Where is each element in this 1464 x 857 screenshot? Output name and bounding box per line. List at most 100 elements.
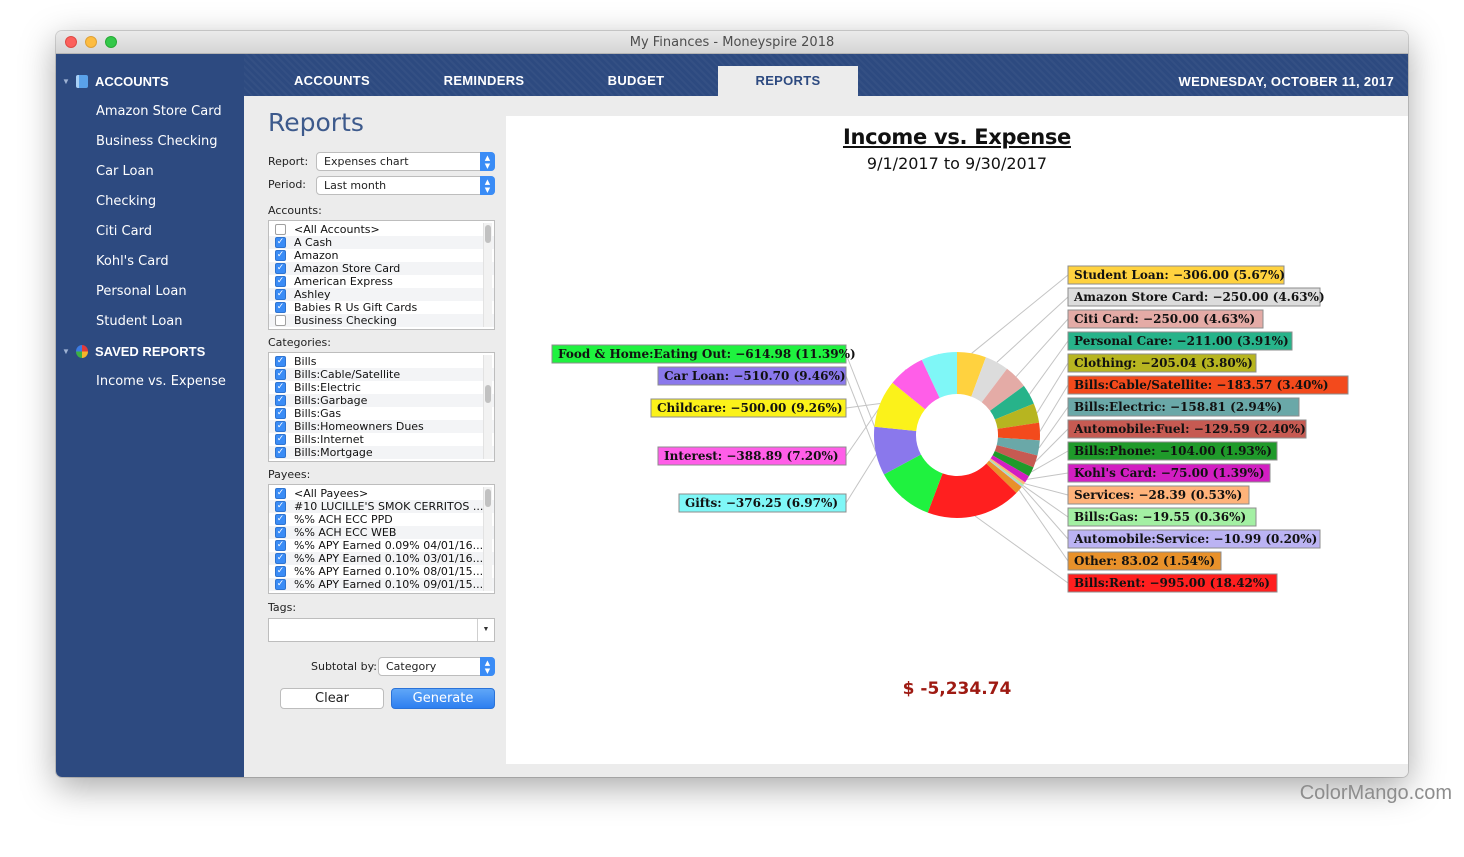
scroll-thumb[interactable] xyxy=(485,225,491,243)
checkbox[interactable]: ✓ xyxy=(275,540,286,551)
list-item[interactable]: ✓ Babies R Us Gift Cards xyxy=(269,301,494,314)
list-item[interactable]: ✓ Bills:Gas xyxy=(269,407,494,420)
generate-button[interactable]: Generate xyxy=(391,688,495,709)
chevron-down-icon[interactable]: ▼ xyxy=(477,619,494,641)
leader-line xyxy=(1029,340,1069,395)
list-item[interactable]: ✓ %% ACH ECC PPD xyxy=(269,513,494,526)
list-item[interactable]: ✓ <All Payees> xyxy=(269,487,494,500)
report-type-select[interactable]: Expenses chart ▲ ▼ xyxy=(316,152,495,171)
subtotal-label: Subtotal by: xyxy=(311,660,377,673)
scroll-thumb[interactable] xyxy=(485,489,491,507)
data-label: Other: 83.02 (1.54%) xyxy=(1074,554,1215,568)
period-select[interactable]: Last month ▲ ▼ xyxy=(316,176,495,195)
checkbox[interactable]: ✓ xyxy=(275,356,286,367)
list-item[interactable]: ✓ %% APY Earned 0.10% 09/01/15... xyxy=(269,578,494,591)
accounts-label: Accounts: xyxy=(268,204,322,217)
list-item[interactable]: ✓ %% APY Earned 0.10% 03/01/16... xyxy=(269,552,494,565)
tab-accounts[interactable]: ACCOUNTS xyxy=(262,66,402,96)
list-item[interactable]: ✓ Amazon xyxy=(269,249,494,262)
checkbox[interactable]: ✓ xyxy=(275,553,286,564)
checkbox[interactable]: ✓ xyxy=(275,579,286,590)
list-item[interactable]: ✓ A Cash xyxy=(269,236,494,249)
list-item[interactable]: ✓ Bills:Mortgage xyxy=(269,446,494,459)
checkbox[interactable]: ✓ xyxy=(275,447,286,458)
checkbox[interactable]: ✓ xyxy=(275,566,286,577)
payees-listbox[interactable]: ✓ <All Payees> ✓ #10 LUCILLE'S SMOK CERRITO… xyxy=(268,484,495,594)
checkbox[interactable]: ✓ xyxy=(275,434,286,445)
sidebar-item-personal-loan[interactable]: Personal Loan xyxy=(96,281,187,301)
list-item-label: %% APY Earned 0.10% 03/01/16... xyxy=(294,552,484,565)
tab-reports[interactable]: REPORTS xyxy=(718,66,858,96)
window-title: My Finances - Moneyspire 2018 xyxy=(629,35,835,50)
data-label: Kohl's Card: −75.00 (1.39%) xyxy=(1074,466,1265,480)
checkbox[interactable]: ✓ xyxy=(275,276,286,287)
checkbox[interactable] xyxy=(275,224,286,235)
list-item[interactable]: ✓ American Express xyxy=(269,275,494,288)
list-item[interactable]: ✓ Bills:Garbage xyxy=(269,394,494,407)
current-date: WEDNESDAY, OCTOBER 11, 2017 xyxy=(1178,74,1394,89)
list-item-label: Bills xyxy=(294,355,317,368)
leader-line xyxy=(1018,489,1069,562)
sidebar-item-citi-card[interactable]: Citi Card xyxy=(96,221,152,241)
sidebar-group-accounts[interactable]: ▼ ACCOUNTS xyxy=(62,70,169,92)
tab-reminders[interactable]: REMINDERS xyxy=(414,66,554,96)
clear-button[interactable]: Clear xyxy=(280,688,384,709)
list-item[interactable]: ✓ Bills:Internet xyxy=(269,433,494,446)
checkbox[interactable]: ✓ xyxy=(275,408,286,419)
accounts-listbox[interactable]: <All Accounts> ✓ A Cash ✓ Amazon ✓ Amazon Stor… xyxy=(268,220,495,330)
disclosure-triangle-icon[interactable]: ▼ xyxy=(62,347,76,356)
disclosure-triangle-icon[interactable]: ▼ xyxy=(62,77,76,86)
data-label: Automobile:Service: −10.99 (0.20%) xyxy=(1073,532,1317,546)
categories-listbox[interactable]: ✓ Bills ✓ Bills:Cable/Satellite ✓ Bills:Elect… xyxy=(268,352,495,462)
list-item[interactable]: <All Accounts> xyxy=(269,223,494,236)
scrollbar[interactable] xyxy=(483,223,492,327)
checkbox[interactable]: ✓ xyxy=(275,237,286,248)
sidebar-item-business-checking[interactable]: Business Checking xyxy=(96,131,218,151)
sidebar-item-kohls-card[interactable]: Kohl's Card xyxy=(96,251,169,271)
checkbox[interactable]: ✓ xyxy=(275,263,286,274)
checkbox[interactable]: ✓ xyxy=(275,369,286,380)
list-item-label: Amazon xyxy=(294,249,339,262)
report-title: Income vs. Expense xyxy=(842,125,1071,149)
leader-line xyxy=(1038,406,1069,449)
checkbox[interactable]: ✓ xyxy=(275,488,286,499)
list-item[interactable]: ✓ %% APY Earned 0.10% 08/01/15... xyxy=(269,565,494,578)
checkbox[interactable]: ✓ xyxy=(275,514,286,525)
scrollbar[interactable] xyxy=(483,355,492,459)
data-label: Food & Home:Eating Out: −614.98 (11.39%) xyxy=(558,347,856,361)
list-item[interactable]: ✓ %% ACH ECC WEB xyxy=(269,526,494,539)
list-item[interactable]: ✓ Bills:Electric xyxy=(269,381,494,394)
list-item[interactable]: ✓ Amazon Store Card xyxy=(269,262,494,275)
list-item[interactable]: ✓ Ashley xyxy=(269,288,494,301)
select-stepper-icon: ▲ ▼ xyxy=(480,152,495,171)
sidebar-item-student-loan[interactable]: Student Loan xyxy=(96,311,182,331)
checkbox[interactable]: ✓ xyxy=(275,382,286,393)
data-label: Bills:Rent: −995.00 (18.42%) xyxy=(1074,576,1270,590)
list-item[interactable]: ✓ #10 LUCILLE'S SMOK CERRITOS ... xyxy=(269,500,494,513)
sidebar-item-car-loan[interactable]: Car Loan xyxy=(96,161,154,181)
checkbox[interactable] xyxy=(275,315,286,326)
sidebar-item-checking[interactable]: Checking xyxy=(96,191,156,211)
checkbox[interactable]: ✓ xyxy=(275,289,286,300)
period-value: Last month xyxy=(324,179,387,192)
sidebar-item-income-vs-expense[interactable]: Income vs. Expense xyxy=(96,371,226,391)
tags-combo-field[interactable]: ▼ xyxy=(268,618,495,642)
checkbox[interactable]: ✓ xyxy=(275,501,286,512)
list-item[interactable]: ✓ %% APY Earned 0.09% 04/01/16... xyxy=(269,539,494,552)
list-item[interactable]: Business Checking xyxy=(269,314,494,327)
sidebar-item-amazon-store-card[interactable]: Amazon Store Card xyxy=(96,101,222,121)
subtotal-value: Category xyxy=(386,660,437,673)
tab-budget[interactable]: BUDGET xyxy=(566,66,706,96)
checkbox[interactable]: ✓ xyxy=(275,527,286,538)
subtotal-select[interactable]: Category ▲ ▼ xyxy=(378,657,495,676)
checkbox[interactable]: ✓ xyxy=(275,395,286,406)
list-item[interactable]: ✓ Bills:Homeowners Dues xyxy=(269,420,494,433)
scroll-thumb[interactable] xyxy=(485,385,491,403)
sidebar-group-saved-reports[interactable]: ▼ SAVED REPORTS xyxy=(62,340,205,362)
scrollbar[interactable] xyxy=(483,487,492,591)
checkbox[interactable]: ✓ xyxy=(275,250,286,261)
list-item[interactable]: ✓ Bills:Cable/Satellite xyxy=(269,368,494,381)
checkbox[interactable]: ✓ xyxy=(275,421,286,432)
list-item[interactable]: ✓ Bills xyxy=(269,355,494,368)
checkbox[interactable]: ✓ xyxy=(275,302,286,313)
